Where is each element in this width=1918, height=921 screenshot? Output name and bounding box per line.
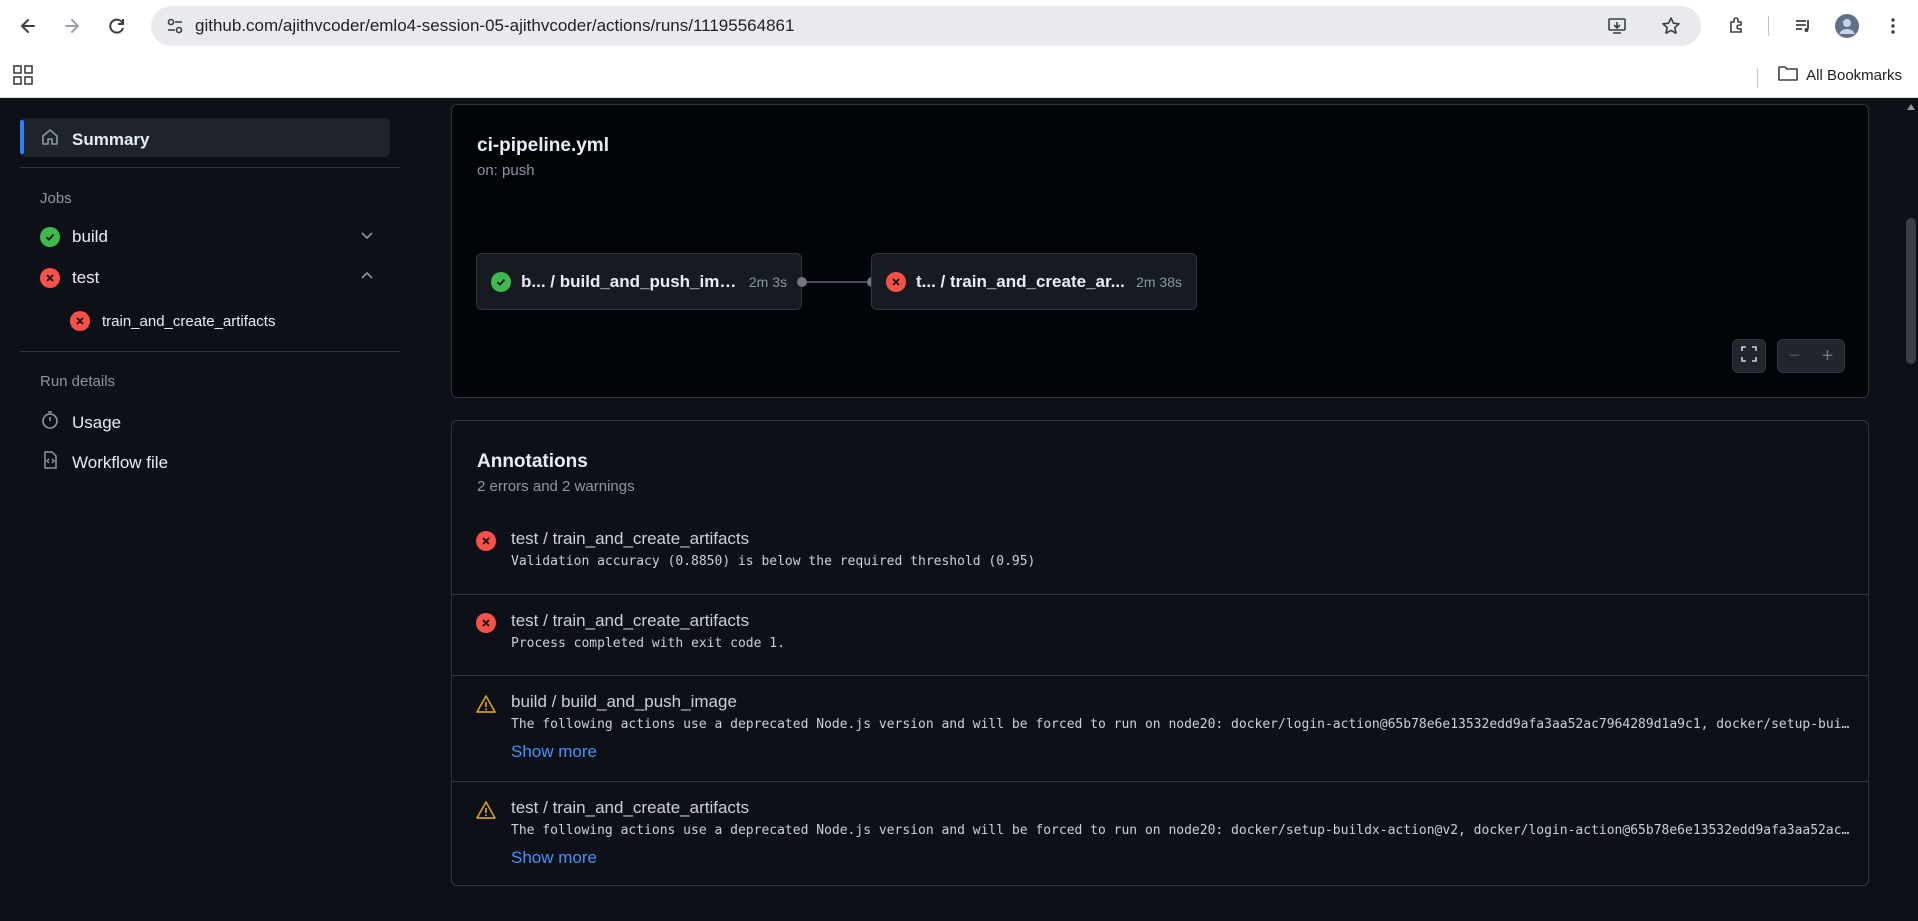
scroll-up-icon[interactable]: [1907, 104, 1915, 110]
run-details-heading: Run details: [40, 373, 116, 390]
usage-label: Usage: [72, 412, 122, 432]
url-text[interactable]: github.com/ajithvcoder/emlo4-session-05-…: [195, 16, 794, 36]
alert-triangle-icon: [476, 694, 496, 714]
profile-avatar[interactable]: [1831, 10, 1863, 42]
workflow-file-title[interactable]: ci-pipeline.yml: [477, 135, 609, 157]
browser-menu-icon[interactable]: [1877, 10, 1909, 42]
toolbar-divider: [1768, 16, 1769, 36]
graph-job-duration: 2m 3s: [748, 273, 787, 290]
bookmark-star-icon[interactable]: [1655, 10, 1687, 42]
workflow-file-label: Workflow file: [72, 452, 169, 472]
install-app-icon[interactable]: [1601, 10, 1633, 42]
summary-link[interactable]: Summary: [40, 127, 149, 152]
graph-job-build[interactable]: b... / build_and_push_image 2m 3s: [476, 253, 802, 310]
annotations-summary: 2 errors and 2 warnings: [477, 478, 635, 495]
graph-job-name: t... / train_and_create_ar...: [916, 271, 1125, 291]
scroll-thumb[interactable]: [1906, 218, 1916, 364]
apps-grid-icon[interactable]: [12, 64, 36, 88]
step-item-train[interactable]: train_and_create_artifacts: [70, 311, 275, 331]
bookmarks-bar: All Bookmarks: [0, 56, 1918, 96]
graph-job-duration: 2m 38s: [1136, 273, 1182, 290]
annotation-title: test / train_and_create_artifacts: [511, 611, 750, 630]
annotation-message: Validation accuracy (0.8850) is below th…: [511, 554, 1036, 569]
show-more-link[interactable]: Show more: [511, 848, 597, 868]
annotations-title: Annotations: [477, 451, 588, 472]
home-icon: [40, 127, 60, 152]
fullscreen-button[interactable]: [1732, 339, 1766, 373]
folder-icon: [1778, 64, 1798, 86]
annotation-message: The following actions use a deprecated N…: [511, 717, 1851, 732]
address-bar[interactable]: github.com/ajithvcoder/emlo4-session-05-…: [151, 6, 1701, 46]
graph-job-test[interactable]: t... / train_and_create_ar... 2m 38s: [871, 253, 1197, 310]
browser-chrome: github.com/ajithvcoder/emlo4-session-05-…: [0, 0, 1918, 98]
job-item-build[interactable]: build: [40, 227, 108, 247]
annotation-title: test / train_and_create_artifacts: [511, 798, 750, 817]
x-circle-icon: [476, 531, 496, 551]
usage-link[interactable]: Usage: [40, 410, 121, 435]
zoom-out-button[interactable]: −: [1789, 345, 1801, 368]
annotations-panel: Annotations 2 errors and 2 warnings test…: [451, 420, 1869, 886]
media-controls-icon[interactable]: [1787, 10, 1819, 42]
step-label: train_and_create_artifacts: [102, 312, 276, 330]
workflow-file-link[interactable]: Workflow file: [40, 450, 168, 475]
site-info-icon[interactable]: [155, 6, 195, 46]
job-item-test[interactable]: test: [40, 268, 99, 288]
annotation-title: build / build_and_push_image: [511, 692, 737, 711]
annotation-message: Process completed with exit code 1.: [511, 636, 785, 651]
x-circle-icon: [40, 268, 60, 288]
back-icon[interactable]: [12, 10, 44, 42]
stopwatch-icon: [40, 410, 60, 435]
active-indicator: [20, 120, 24, 154]
annotation-title: test / train_and_create_artifacts: [511, 529, 750, 548]
graph-job-name: b... / build_and_push_image: [521, 271, 739, 291]
jobs-heading: Jobs: [40, 190, 72, 207]
job-connector: [807, 281, 867, 283]
run-sidebar: Summary Jobs build test train_and_create…: [0, 98, 420, 921]
sidebar-divider: [20, 167, 400, 168]
all-bookmarks-button[interactable]: All Bookmarks: [1778, 64, 1902, 86]
job-label: build: [72, 227, 108, 246]
forward-icon[interactable]: [56, 10, 88, 42]
file-code-icon: [40, 450, 60, 475]
chevron-down-icon[interactable]: [360, 228, 374, 245]
summary-label: Summary: [72, 129, 150, 149]
reload-icon[interactable]: [101, 10, 133, 42]
annotation-message: The following actions use a deprecated N…: [511, 823, 1851, 838]
x-circle-icon: [70, 311, 90, 331]
x-circle-icon: [476, 613, 496, 633]
connector-dot: [797, 277, 807, 287]
chevron-up-icon[interactable]: [360, 269, 374, 286]
extensions-icon[interactable]: [1721, 10, 1753, 42]
zoom-in-button[interactable]: +: [1822, 345, 1834, 368]
check-circle-icon: [491, 271, 511, 292]
zoom-controls: − +: [1777, 339, 1845, 373]
annotation-item[interactable]: test / train_and_create_artifacts Proces…: [452, 594, 1868, 675]
annotation-item[interactable]: test / train_and_create_artifacts The fo…: [452, 781, 1868, 885]
annotation-item[interactable]: build / build_and_push_image The followi…: [452, 675, 1868, 781]
fullscreen-icon: [1740, 345, 1758, 368]
x-circle-icon: [886, 271, 906, 292]
alert-triangle-icon: [476, 800, 496, 820]
page-scrollbar[interactable]: [1904, 98, 1918, 921]
workflow-trigger: on: push: [477, 162, 535, 179]
bookmarks-divider: [1757, 68, 1758, 88]
check-circle-icon: [40, 227, 60, 247]
all-bookmarks-label: All Bookmarks: [1806, 66, 1902, 84]
show-more-link[interactable]: Show more: [511, 742, 597, 762]
workflow-graph-panel: ci-pipeline.yml on: push b... / build_an…: [451, 104, 1869, 398]
job-label: test: [72, 268, 100, 287]
sidebar-divider: [20, 351, 400, 352]
